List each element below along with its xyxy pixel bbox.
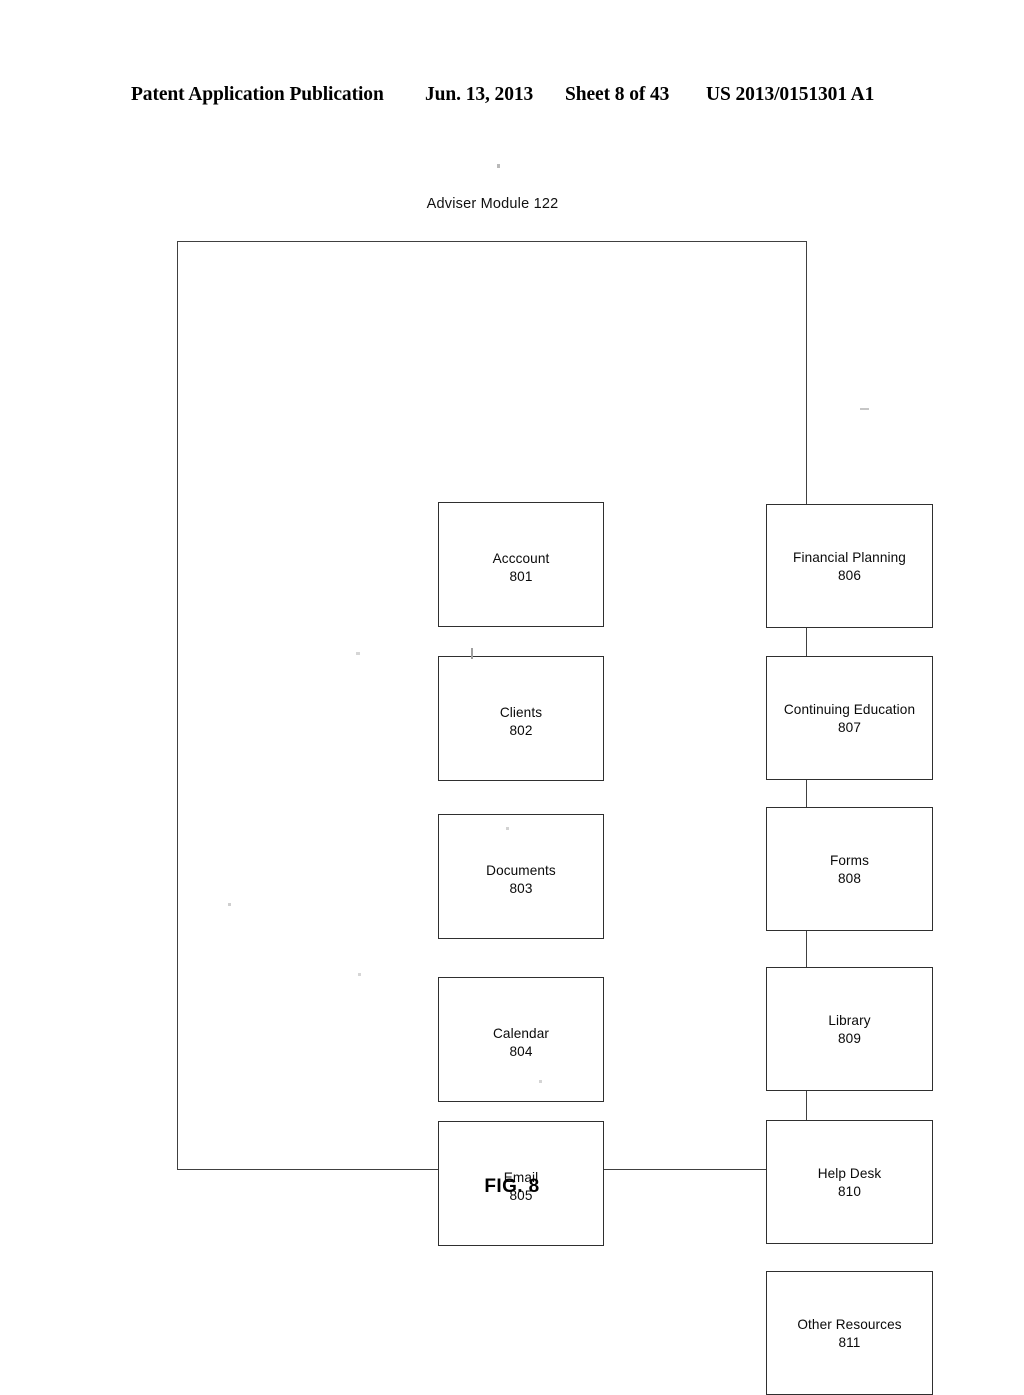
header-date-label: Jun. 13, 2013 <box>425 84 534 105</box>
scan-artifact-speck <box>358 973 361 976</box>
module-box-clients-text: Clients 802 <box>500 704 542 740</box>
module-box-financial-planning[interactable]: Financial Planning 806 <box>766 504 933 628</box>
scan-artifact-tick <box>471 648 473 659</box>
module-box-continuing-education-label: Continuing Education <box>783 702 916 718</box>
module-box-other-resources-label: Other Resources <box>797 1317 902 1333</box>
figure-number-label: FIG. 8 <box>484 1176 540 1197</box>
module-box-calendar-ref: 804 <box>509 1043 533 1059</box>
module-box-documents[interactable]: Documents 803 <box>438 814 604 939</box>
module-box-other-resources-ref: 811 <box>838 1335 861 1350</box>
scan-artifact-speck <box>356 652 360 655</box>
module-box-library[interactable]: Library 809 <box>766 967 933 1091</box>
module-box-financial-planning-label: Financial Planning <box>793 550 906 566</box>
module-box-library-text: Library 809 <box>828 1012 870 1048</box>
module-box-library-label: Library <box>828 1013 871 1029</box>
module-box-forms-label: Forms <box>829 853 869 869</box>
module-box-documents-label: Documents <box>486 862 556 878</box>
module-box-financial-planning-ref: 806 <box>838 568 861 583</box>
module-box-clients-label: Clients <box>499 704 543 720</box>
scan-artifact-speck <box>860 408 869 410</box>
module-box-forms-ref: 808 <box>838 871 861 886</box>
scan-artifact-speck <box>497 164 500 168</box>
header-document-number: US 2013/0151301 A1 <box>706 84 875 105</box>
module-box-calendar[interactable]: Calendar 804 <box>438 977 604 1102</box>
module-box-continuing-education-ref: 807 <box>838 720 861 735</box>
module-box-clients-ref: 802 <box>509 722 533 738</box>
module-box-account-text: Acccount 801 <box>493 550 550 586</box>
module-box-forms[interactable]: Forms 808 <box>766 807 933 931</box>
module-box-clients[interactable]: Clients 802 <box>438 656 604 781</box>
module-box-forms-text: Forms 808 <box>830 852 869 888</box>
module-box-library-ref: 809 <box>838 1031 861 1046</box>
adviser-module-container: Acccount 801 Clients 802 Documents 803 C… <box>177 241 933 1395</box>
scan-artifact-speck <box>506 827 509 830</box>
module-box-account[interactable]: Acccount 801 <box>438 502 604 627</box>
header-sheet-label: Sheet 8 of 43 <box>565 84 670 105</box>
module-box-documents-ref: 803 <box>509 880 533 896</box>
module-box-account-label: Acccount <box>492 550 550 566</box>
module-box-account-ref: 801 <box>509 568 533 584</box>
module-box-continuing-education[interactable]: Continuing Education 807 <box>766 656 933 780</box>
module-box-calendar-label: Calendar <box>493 1025 549 1041</box>
module-box-documents-text: Documents 803 <box>486 862 556 898</box>
page-running-header: Patent Application Publication Jun. 13, … <box>0 84 1024 118</box>
scan-artifact-speck <box>228 903 231 906</box>
header-publication-label: Patent Application Publication <box>131 84 384 105</box>
adviser-module-title: Adviser Module 122 <box>426 196 559 212</box>
scan-artifact-speck <box>539 1080 542 1083</box>
module-box-other-resources[interactable]: Other Resources 811 <box>766 1271 933 1395</box>
module-box-financial-planning-text: Financial Planning 806 <box>793 549 906 585</box>
module-box-continuing-education-text: Continuing Education 807 <box>784 701 915 737</box>
module-box-calendar-text: Calendar 804 <box>493 1025 549 1061</box>
module-box-other-resources-text: Other Resources 811 <box>797 1316 901 1352</box>
